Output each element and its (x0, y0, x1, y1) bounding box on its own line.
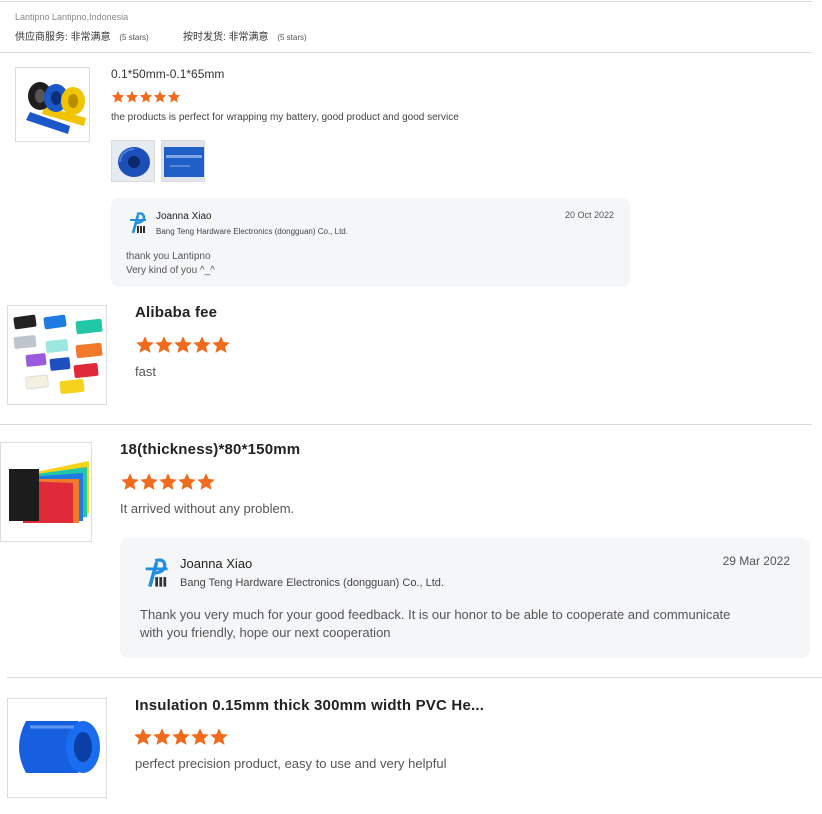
star-icon (212, 336, 230, 353)
review-title: 0.1*50mm-0.1*65mm (111, 67, 225, 81)
color-fan-sheets-image (1, 443, 91, 541)
star-icon (111, 90, 125, 103)
reply-company: Bang Teng Hardware Electronics (dongguan… (156, 227, 348, 236)
star-icon (167, 90, 181, 103)
colored-sleeves-image (8, 306, 106, 404)
blue-sheet-photo (162, 141, 204, 181)
review-title: 18(thickness)*80*150mm (120, 441, 301, 458)
blue-pvc-roll-image (8, 699, 106, 797)
reply-author: Joanna Xiao (156, 211, 212, 222)
review-photo-1[interactable] (111, 140, 155, 182)
heat-shrink-rolls-image (16, 68, 89, 141)
star-icon (140, 473, 158, 490)
seller-reply: Joanna Xiao Bang Teng Hardware Electroni… (111, 198, 630, 287)
star-icon (153, 728, 171, 745)
star-icon (121, 473, 139, 490)
reply-date: 20 Oct 2022 (564, 210, 614, 220)
supplier-service-rating: 供应商服务: 非常满意 (5 stars) (15, 32, 149, 43)
review-comment: It arrived without any problem. (120, 501, 295, 516)
top-divider (0, 1, 812, 2)
star-icon (125, 90, 139, 103)
seller-logo-icon (130, 212, 146, 234)
star-icon (159, 473, 177, 490)
review-title: Alibaba fee (135, 304, 218, 321)
star-icon (193, 336, 211, 353)
reviewer-name: Lantipno Lantipno,Indonesia (15, 12, 129, 22)
seller-reply: Joanna Xiao Bang Teng Hardware Electroni… (120, 538, 810, 658)
blue-roll-photo (112, 141, 154, 181)
review-comment: perfect precision product, easy to use a… (135, 756, 447, 771)
star-icon (134, 728, 152, 745)
review-divider (7, 677, 822, 678)
reply-date: 29 Mar 2022 (722, 554, 790, 568)
review-photo-2[interactable] (161, 140, 205, 182)
reply-message: thank you Lantipno Very kind of you ^_^ (126, 251, 215, 276)
product-thumbnail[interactable] (15, 67, 90, 142)
review-divider (0, 424, 812, 425)
product-thumbnail[interactable] (0, 442, 92, 542)
star-icon (153, 90, 167, 103)
product-thumbnail[interactable] (7, 698, 107, 798)
star-icon (197, 473, 215, 490)
star-rating (120, 472, 216, 492)
star-icon (210, 728, 228, 745)
star-icon (174, 336, 192, 353)
star-rating (133, 727, 229, 747)
product-thumbnail[interactable] (7, 305, 107, 405)
reply-company: Bang Teng Hardware Electronics (dongguan… (180, 577, 444, 589)
ontime-shipment-rating: 按时发货: 非常满意 (5 stars) (183, 32, 307, 43)
review-comment: fast (135, 364, 156, 379)
star-icon (136, 336, 154, 353)
review-title: Insulation 0.15mm thick 300mm width PVC … (135, 697, 485, 714)
star-icon (191, 728, 209, 745)
reply-message: Thank you very much for your good feedba… (140, 607, 731, 640)
star-icon (155, 336, 173, 353)
star-icon (178, 473, 196, 490)
header-divider (0, 52, 812, 53)
seller-logo-icon (145, 558, 168, 588)
review-comment: the products is perfect for wrapping my … (111, 112, 459, 123)
star-icon (172, 728, 190, 745)
star-rating (111, 90, 181, 104)
star-icon (139, 90, 153, 103)
reply-author: Joanna Xiao (180, 556, 253, 571)
star-rating (135, 335, 231, 355)
